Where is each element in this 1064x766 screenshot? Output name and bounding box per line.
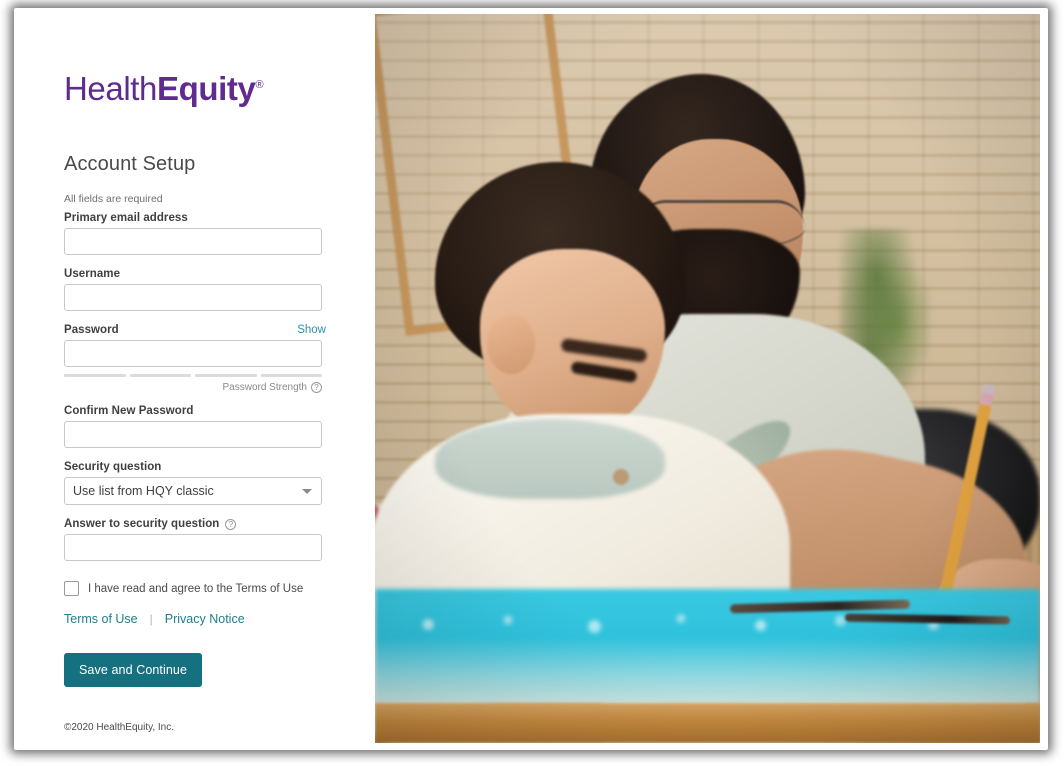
security-question-label: Security question <box>64 461 162 473</box>
field-security-question: Security question Use list from HQY clas… <box>64 461 326 505</box>
password-strength-segment <box>195 374 257 377</box>
terms-checkbox-row[interactable]: I have read and agree to the Terms of Us… <box>64 581 326 596</box>
password-strength-meter: Password Strength ? <box>64 374 322 393</box>
registered-trademark-icon: ® <box>255 79 264 91</box>
legal-links-row: Terms of Use | Privacy Notice <box>64 612 326 626</box>
link-separator: | <box>149 612 153 626</box>
cyan-table-surface <box>375 589 1040 705</box>
confirm-password-label: Confirm New Password <box>64 405 194 417</box>
child-collar <box>435 419 665 499</box>
security-answer-input[interactable] <box>64 534 322 561</box>
logo-text-bold: Equity <box>157 70 256 107</box>
child-sweater-button <box>613 469 629 485</box>
show-password-link[interactable]: Show <box>297 324 326 336</box>
field-username: Username <box>64 268 326 311</box>
field-primary-email: Primary email address <box>64 212 326 255</box>
terms-checkbox-label: I have read and agree to the Terms of Us… <box>88 582 304 595</box>
healthequity-logo: HealthEquity® <box>64 72 326 105</box>
password-strength-segment <box>129 374 191 377</box>
terms-of-use-link[interactable]: Terms of Use <box>64 612 138 626</box>
save-and-continue-button[interactable]: Save and Continue <box>64 653 203 687</box>
all-fields-required-note: All fields are required <box>64 193 163 205</box>
child-ear <box>487 314 535 374</box>
form-panel: HealthEquity® Account Setup All fields a… <box>22 14 375 743</box>
privacy-notice-link[interactable]: Privacy Notice <box>165 612 245 626</box>
password-strength-segment <box>260 374 322 377</box>
primary-email-input[interactable] <box>64 228 322 255</box>
security-question-select[interactable]: Use list from HQY classic <box>64 477 322 505</box>
question-mark-circle-icon[interactable]: ? <box>225 518 237 530</box>
username-label: Username <box>64 268 121 280</box>
wooden-table-edge <box>375 703 1040 743</box>
field-password: Password Show Password Strength ? <box>64 324 326 393</box>
field-confirm-password: Confirm New Password <box>64 405 326 448</box>
page-title: Account Setup <box>64 153 196 175</box>
logo-text-light: Health <box>64 70 157 107</box>
password-label: Password <box>64 324 119 336</box>
terms-checkbox[interactable] <box>64 581 79 596</box>
footer: ©2020 HealthEquity, Inc. Language Assist… <box>64 722 326 743</box>
password-input[interactable] <box>64 340 322 367</box>
question-mark-circle-icon[interactable]: ? <box>311 382 322 393</box>
account-setup-card: HealthEquity® Account Setup All fields a… <box>22 14 1040 743</box>
confirm-password-input[interactable] <box>64 421 322 448</box>
password-strength-bars <box>64 374 322 377</box>
hero-photo <box>375 14 1040 743</box>
primary-email-label: Primary email address <box>64 212 188 224</box>
password-strength-label: Password Strength <box>222 382 308 393</box>
username-input[interactable] <box>64 284 322 311</box>
security-answer-label: Answer to security question <box>64 518 220 530</box>
security-question-selected-value: Use list from HQY classic <box>73 484 214 498</box>
field-security-answer: Answer to security question ? <box>64 518 326 561</box>
page-root: HealthEquity® Account Setup All fields a… <box>0 0 1064 766</box>
password-strength-segment <box>64 374 126 377</box>
copyright-text: ©2020 HealthEquity, Inc. <box>64 722 175 733</box>
